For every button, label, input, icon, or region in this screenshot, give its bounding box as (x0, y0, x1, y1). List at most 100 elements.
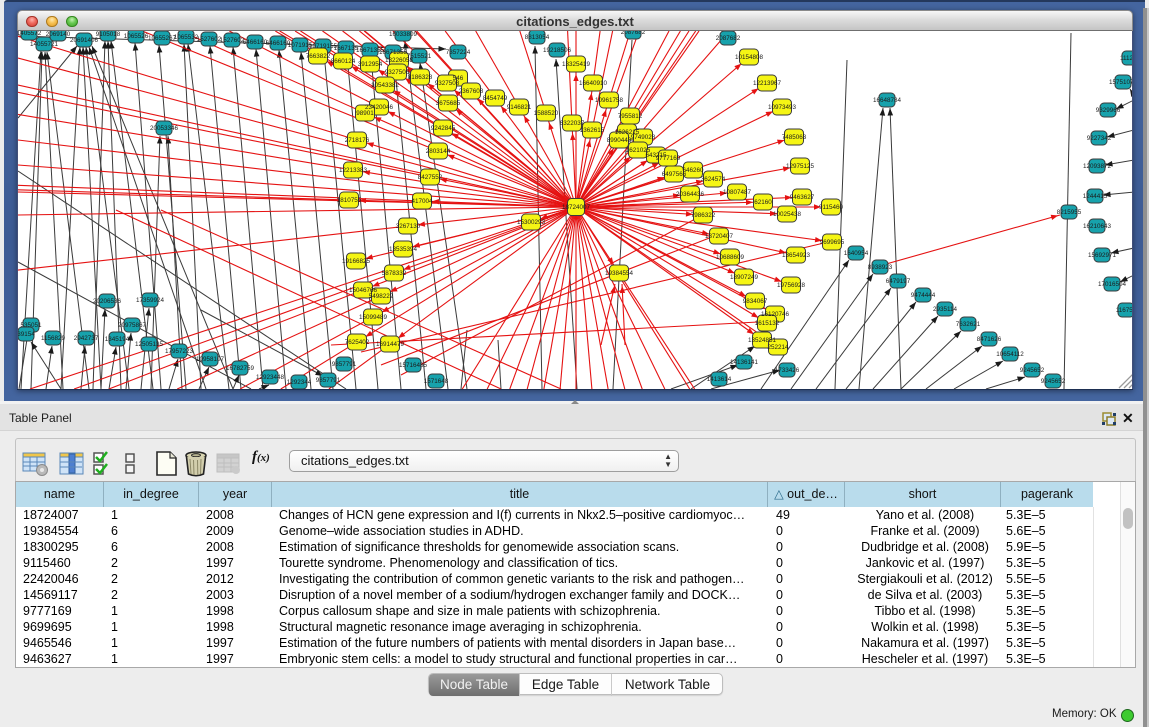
svg-text:2069140: 2069140 (46, 31, 71, 38)
svg-text:2087682: 2087682 (716, 35, 741, 42)
svg-text:15751074: 15751074 (1109, 79, 1133, 86)
svg-text:20206536: 20206536 (93, 298, 122, 305)
svg-text:6322037: 6322037 (560, 120, 585, 127)
svg-text:9227342: 9227342 (1087, 135, 1112, 142)
svg-text:3675685: 3675685 (436, 100, 461, 107)
svg-text:7955812: 7955812 (618, 113, 643, 120)
svg-text:13654923: 13654923 (782, 252, 811, 259)
svg-text:18724007: 18724007 (562, 204, 591, 211)
svg-text:7357224: 7357224 (446, 49, 471, 56)
svg-text:9242845: 9242845 (431, 125, 456, 132)
svg-text:12923448: 12923448 (256, 374, 285, 381)
svg-text:10654112: 10654112 (996, 351, 1024, 358)
svg-text:9105018: 9105018 (96, 31, 121, 38)
svg-text:1292344: 1292344 (287, 379, 312, 386)
svg-text:15716485: 15716485 (399, 362, 428, 369)
svg-text:9463627: 9463627 (790, 194, 815, 201)
svg-text:8660124: 8660124 (331, 58, 356, 65)
svg-text:13524851: 13524851 (748, 337, 777, 344)
svg-text:7485063: 7485063 (782, 134, 807, 141)
svg-text:10025438: 10025438 (773, 211, 802, 218)
svg-text:16120746: 16120746 (761, 311, 790, 318)
svg-text:16671355: 16671355 (379, 49, 408, 56)
svg-text:1345194: 1345194 (105, 336, 130, 343)
svg-text:8427552: 8427552 (418, 174, 443, 181)
svg-text:98901: 98901 (356, 110, 374, 117)
svg-text:9777169: 9777169 (656, 155, 681, 162)
svg-text:13325419: 13325419 (562, 61, 591, 68)
svg-text:20364436: 20364436 (676, 191, 705, 198)
svg-text:2367608: 2367608 (459, 88, 484, 95)
svg-text:12213967: 12213967 (753, 80, 782, 87)
svg-text:1362615: 1362615 (580, 127, 605, 134)
svg-text:5498222: 5498222 (369, 293, 394, 300)
svg-text:19166825: 19166825 (342, 258, 371, 265)
svg-text:10655267: 10655267 (148, 35, 177, 42)
svg-text:10973493: 10973493 (768, 104, 797, 111)
svg-text:10154808: 10154808 (735, 54, 764, 61)
svg-text:17957223: 17957223 (165, 348, 194, 355)
svg-text:9329966: 9329966 (1096, 107, 1121, 114)
svg-text:2803144: 2803144 (426, 148, 451, 155)
svg-text:9115460: 9115460 (819, 204, 844, 211)
svg-text:2942737: 2942737 (74, 335, 99, 342)
svg-text:1405572: 1405572 (18, 31, 42, 37)
svg-text:12213383: 12213383 (339, 167, 368, 174)
svg-text:12505135: 12505135 (135, 341, 164, 348)
svg-text:18907249: 18907249 (730, 274, 759, 281)
svg-text:9245652: 9245652 (1020, 367, 1045, 374)
svg-text:9749028: 9749028 (631, 134, 656, 141)
svg-text:19218506: 19218506 (543, 47, 572, 54)
svg-text:1810755: 1810755 (337, 197, 362, 204)
svg-text:1733426: 1733426 (775, 367, 800, 374)
svg-text:19384554: 19384554 (605, 270, 634, 277)
svg-text:7632621: 7632621 (956, 321, 981, 328)
svg-text:20975867: 20975867 (118, 322, 147, 329)
svg-text:1527602: 1527602 (220, 37, 245, 44)
svg-text:6466160: 6466160 (243, 39, 268, 46)
svg-text:9245652: 9245652 (1041, 378, 1066, 385)
svg-text:1065532: 1065532 (174, 34, 199, 41)
svg-text:7663822: 7663822 (306, 53, 331, 60)
svg-text:8938923: 8938923 (868, 264, 893, 271)
svg-text:16648784: 16648784 (873, 97, 902, 104)
svg-text:15692971: 15692971 (1088, 252, 1117, 259)
svg-text:1156829: 1156829 (41, 335, 66, 342)
svg-text:1065526: 1065526 (124, 33, 149, 40)
svg-text:13720407: 13720407 (705, 233, 734, 240)
svg-text:62160: 62160 (754, 199, 772, 206)
svg-text:13226058: 13226058 (385, 57, 414, 64)
svg-text:14055721: 14055721 (30, 41, 59, 48)
svg-text:252214: 252214 (767, 344, 789, 351)
svg-text:15300293: 15300293 (517, 219, 546, 226)
svg-text:10688609: 10688609 (716, 254, 745, 261)
svg-text:16914479: 16914479 (376, 341, 405, 348)
svg-text:16640910: 16640910 (579, 80, 608, 87)
svg-text:15099489: 15099489 (359, 314, 388, 321)
svg-text:9327508: 9327508 (435, 80, 460, 87)
svg-text:5878332: 5878332 (382, 270, 407, 277)
svg-text:17359924: 17359924 (136, 297, 165, 304)
svg-text:1571648: 1571648 (424, 378, 449, 385)
svg-text:13535394: 13535394 (389, 246, 418, 253)
svg-text:7986322: 7986322 (691, 212, 716, 219)
svg-text:7625402: 7625402 (345, 339, 370, 346)
svg-text:12093872: 12093872 (1083, 163, 1112, 170)
svg-text:2935114: 2935114 (933, 306, 958, 313)
svg-text:10958107: 10958107 (196, 356, 225, 363)
svg-text:8454749: 8454749 (483, 95, 508, 102)
svg-text:116753: 116753 (1116, 307, 1133, 314)
svg-text:9857791: 9857791 (332, 361, 357, 368)
svg-text:8215955: 8215955 (1057, 209, 1082, 216)
svg-text:10961758: 10961758 (595, 97, 624, 104)
svg-text:3267130: 3267130 (396, 223, 421, 230)
svg-text:9327506: 9327506 (385, 69, 410, 76)
svg-text:1527602: 1527602 (197, 36, 222, 43)
svg-text:9834067: 9834067 (743, 298, 768, 305)
svg-text:10807487: 10807487 (723, 189, 752, 196)
svg-text:20691406: 20691406 (70, 37, 99, 44)
svg-text:39154: 39154 (18, 331, 35, 338)
svg-text:3912954: 3912954 (358, 61, 383, 68)
svg-text:111243: 111243 (1120, 55, 1133, 62)
svg-text:8990443: 8990443 (607, 137, 632, 144)
